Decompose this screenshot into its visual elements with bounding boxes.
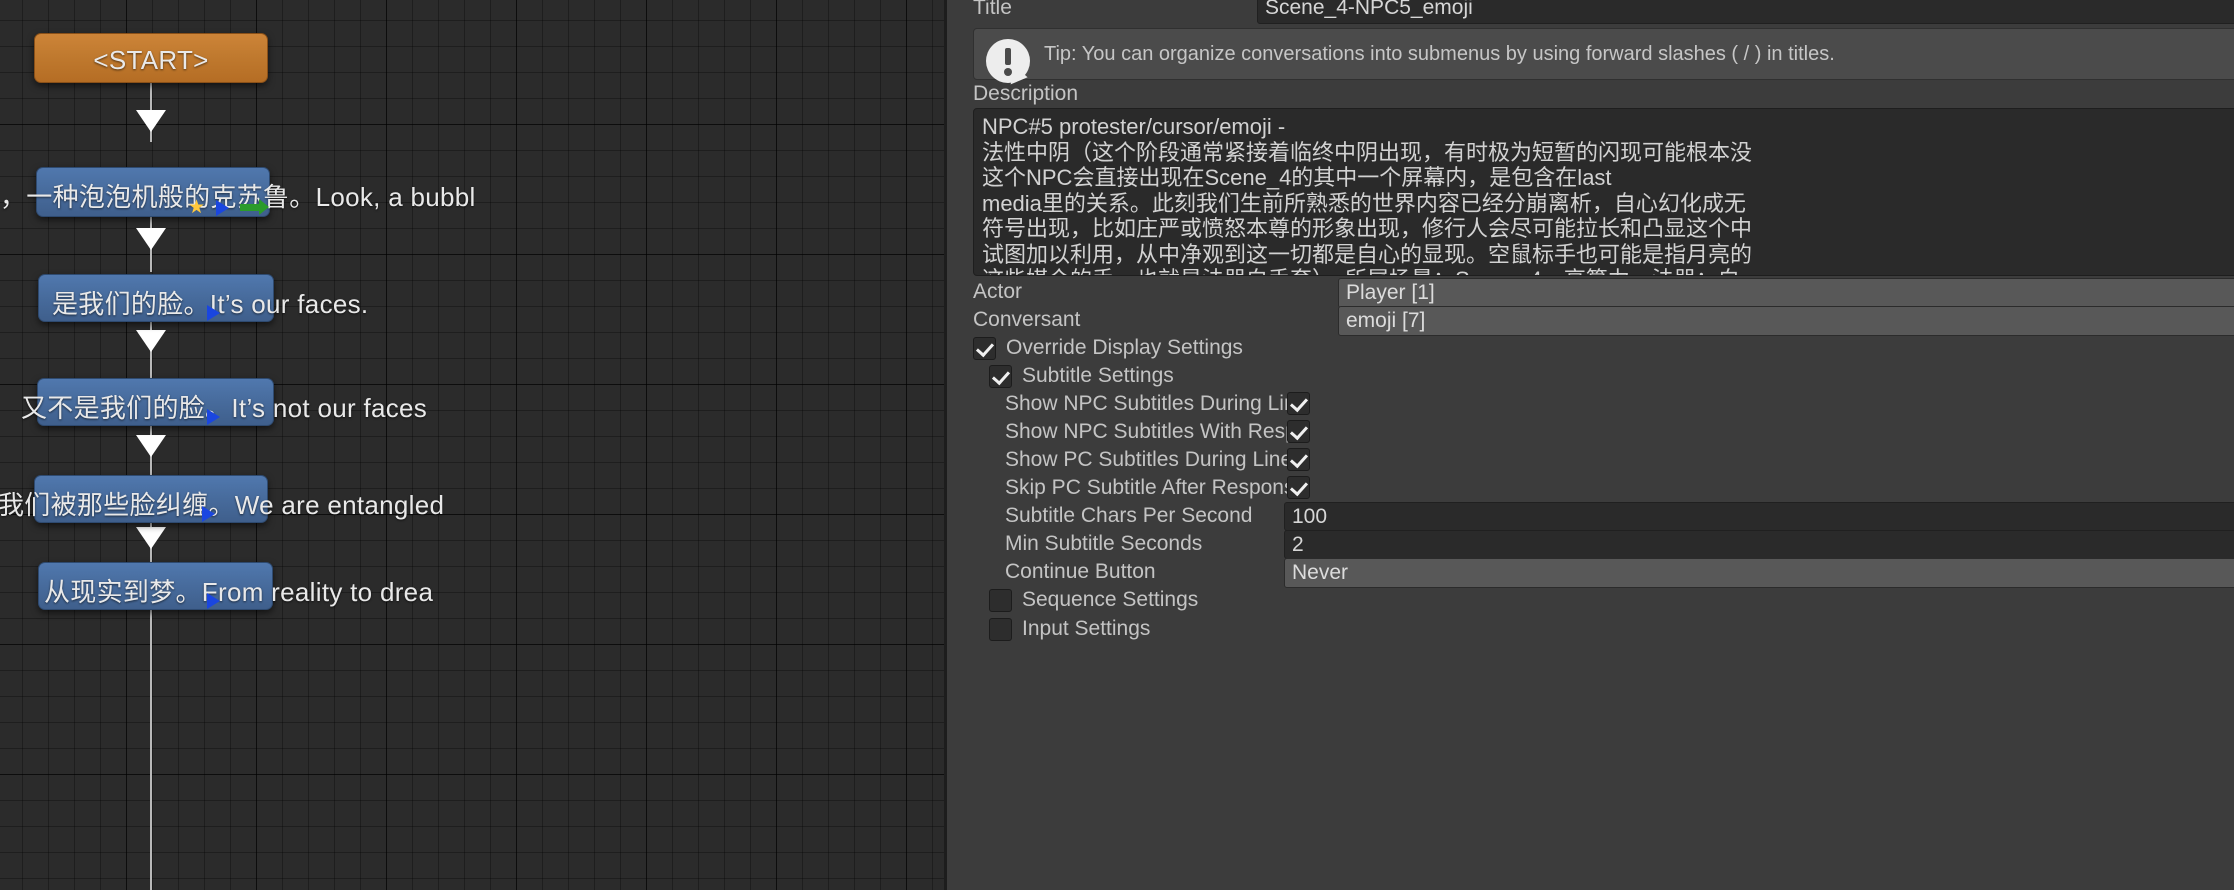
conversant-value: emoji [7] <box>1346 309 1426 332</box>
title-input-value: Scene_4-NPC5_emoji <box>1265 0 1473 19</box>
inspector-panel: Title Scene_4-NPC5_emoji Tip: You can or… <box>947 0 2234 890</box>
connector-line <box>150 608 152 890</box>
subtitle-chars-per-second-input[interactable]: 100 <box>1284 502 2234 531</box>
node-badges <box>207 305 220 321</box>
show-npc-subtitles-during-line-label: Show NPC Subtitles During Line <box>1005 392 1308 415</box>
title-input[interactable]: Scene_4-NPC5_emoji <box>1257 0 2234 24</box>
skip-pc-subtitle-after-response-label-clip: Skip PC Subtitle After Response Me <box>1005 476 1289 503</box>
subtitle-settings-checkbox[interactable] <box>989 364 1012 388</box>
actor-field-label: Actor <box>973 280 1023 303</box>
play-icon <box>207 409 220 425</box>
skip-pc-subtitle-after-response-label: Skip PC Subtitle After Response Me <box>1005 476 1289 499</box>
dialogue-node-start[interactable]: <START> <box>34 33 268 83</box>
node-badges <box>202 506 215 522</box>
play-icon <box>207 305 220 321</box>
description-line: 这个NPC会直接出现在Scene_4的其中一个屏幕内，是包含在last <box>982 165 1612 190</box>
subtitle-chars-per-second-value: 100 <box>1292 504 1328 528</box>
node-label: 从现实到梦。From reality to drea <box>44 577 434 607</box>
connector-arrow-icon <box>136 435 166 457</box>
input-settings-label: Input Settings <box>1022 617 1151 640</box>
node-badges <box>207 409 220 425</box>
input-settings-checkbox[interactable] <box>989 617 1012 641</box>
sequence-settings-row[interactable]: Sequence Settings <box>989 588 1198 612</box>
actor-value: Player [1] <box>1346 281 1435 304</box>
subtitle-settings-label: Subtitle Settings <box>1022 364 1174 387</box>
override-display-settings-row[interactable]: Override Display Settings <box>973 336 1243 360</box>
connector-arrow-icon <box>136 228 166 250</box>
skip-pc-subtitle-after-response-checkbox[interactable] <box>1287 476 1310 499</box>
show-pc-subtitles-during-line-label: Show PC Subtitles During Line <box>1005 448 1293 471</box>
play-icon <box>202 506 215 522</box>
continue-button-label: Continue Button <box>1005 560 1156 583</box>
description-field-label: Description <box>973 82 1079 105</box>
play-icon <box>207 593 220 609</box>
node-badges: ★ <box>188 197 270 218</box>
play-icon <box>216 199 230 216</box>
sequence-settings-label: Sequence Settings <box>1022 588 1199 611</box>
info-bubble-icon <box>986 39 1030 89</box>
continue-button-value: Never <box>1292 561 1349 584</box>
connector-arrow-icon <box>136 527 166 549</box>
conversant-dropdown[interactable]: emoji [7] <box>1338 306 2234 336</box>
override-display-settings-label: Override Display Settings <box>1006 336 1243 359</box>
min-subtitle-seconds-value: 2 <box>1292 532 1304 556</box>
node-label: 又不是我们的脸。It’s not our faces <box>21 393 428 423</box>
subtitle-settings-row[interactable]: Subtitle Settings <box>989 364 1174 388</box>
description-line: 符号出现，比如庄严或愤怒本尊的形象出现，修行人会尽可能拉长和凸显这个中 <box>982 216 1753 241</box>
description-line: NPC#5 protester/cursor/emoji - <box>982 114 1286 139</box>
conversant-field-label: Conversant <box>973 308 1081 331</box>
min-subtitle-seconds-input[interactable]: 2 <box>1284 530 2234 559</box>
connector-arrow-icon <box>136 110 166 132</box>
min-subtitle-seconds-label: Min Subtitle Seconds <box>1005 532 1203 555</box>
continue-button-dropdown[interactable]: Never <box>1284 558 2234 588</box>
subtitle-chars-per-second-label: Subtitle Chars Per Second <box>1005 504 1253 527</box>
title-field-label: Title <box>973 0 1012 19</box>
input-settings-row[interactable]: Input Settings <box>989 617 1150 641</box>
connector-arrow-icon <box>136 330 166 352</box>
node-label: <START> <box>93 45 209 75</box>
show-npc-subtitles-with-response-checkbox[interactable] <box>1287 420 1310 443</box>
node-badges <box>207 593 220 609</box>
show-npc-subtitles-during-line-checkbox[interactable] <box>1287 392 1310 415</box>
tip-help-box: Tip: You can organize conversations into… <box>973 28 2234 89</box>
actor-dropdown[interactable]: Player [1] <box>1338 278 2234 308</box>
description-line: media里的关系。此刻我们生前所熟悉的世界内容已经分崩离析，自心幻化成无 <box>982 190 1746 216</box>
show-npc-subtitles-with-response-label: Show NPC Subtitles With Response <box>1005 420 1291 443</box>
show-pc-subtitles-during-line-checkbox[interactable] <box>1287 448 1310 471</box>
description-line: 试图加以利用，从中净观到这一切都是自心的显现。空鼠标手也可能是指月亮的 <box>982 241 1753 267</box>
tip-help-text: Tip: You can organize conversations into… <box>1044 43 1835 65</box>
description-line: 法性中阴（这个阶段通常紧接着临终中阴出现，有时极为短暂的闪现可能根本没 <box>982 139 1753 165</box>
dialogue-graph-canvas[interactable]: <START> ，一种泡泡机般的克苏鲁。Look, a bubbl ★ 是我们的… <box>0 0 947 890</box>
show-npc-subtitles-with-response-label-clip: Show NPC Subtitles With Response <box>1005 420 1291 447</box>
override-display-settings-checkbox[interactable] <box>973 336 996 360</box>
description-line: 这些媒介的手，也就是法器白手套），所属场景：Scene_4，高算力，法器：白 <box>982 267 2234 275</box>
arrow-right-icon <box>240 199 270 215</box>
sequence-settings-checkbox[interactable] <box>989 588 1012 612</box>
dialogue-editor-window: <START> ，一种泡泡机般的克苏鲁。Look, a bubbl ★ 是我们的… <box>0 0 2234 890</box>
node-label: 我们被那些脸纠缠。We are entangled <box>0 490 445 520</box>
description-textarea[interactable]: NPC#5 protester/cursor/emoji - 法性中阴（这个阶段… <box>973 108 2234 276</box>
star-icon: ★ <box>188 197 206 218</box>
